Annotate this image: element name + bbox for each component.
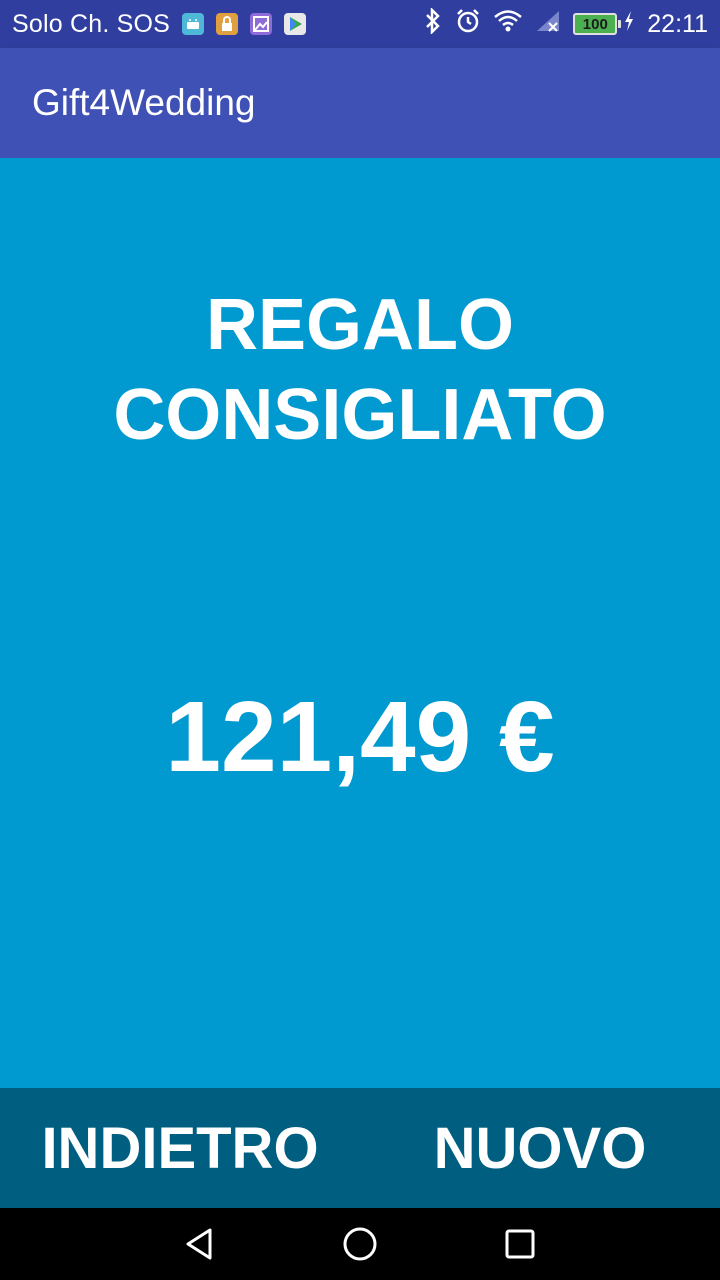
wifi-icon (493, 9, 523, 40)
heading-line-2: CONSIGLIATO (113, 375, 607, 455)
recents-icon[interactable] (496, 1220, 544, 1268)
battery-level: 100 (582, 15, 608, 33)
page-heading: REGALO CONSIGLIATO (0, 280, 720, 460)
alarm-icon (455, 8, 481, 41)
carrier-label: Solo Ch. SOS (12, 9, 171, 38)
clock: 22:11 (647, 9, 708, 38)
battery-icon: 100 (573, 13, 622, 35)
android-icon (182, 13, 205, 35)
bluetooth-icon (423, 6, 443, 41)
back-icon[interactable] (176, 1220, 224, 1268)
charging-icon (623, 9, 635, 40)
status-left: Solo Ch. SOS (12, 9, 307, 39)
system-nav-bar (0, 1208, 720, 1280)
signal-icon (535, 9, 561, 40)
gallery-icon (250, 13, 273, 35)
heading-line-1: REGALO (205, 285, 514, 365)
status-bar: Solo Ch. SOS 100 22:11 (0, 0, 720, 48)
app-title: Gift4Wedding (32, 82, 256, 123)
home-icon[interactable] (336, 1220, 384, 1268)
main-content: REGALO CONSIGLIATO 121,49 € (0, 158, 720, 1088)
status-right: 100 22:11 (423, 6, 708, 41)
app-bar: Gift4Wedding (0, 48, 720, 158)
bottom-action-bar: INDIETRO NUOVO (0, 1088, 720, 1208)
play-store-icon (284, 13, 307, 35)
new-button[interactable]: NUOVO (360, 1088, 720, 1208)
gift-amount: 121,49 € (165, 681, 555, 793)
back-button[interactable]: INDIETRO (0, 1088, 360, 1208)
lock-icon (216, 13, 239, 35)
